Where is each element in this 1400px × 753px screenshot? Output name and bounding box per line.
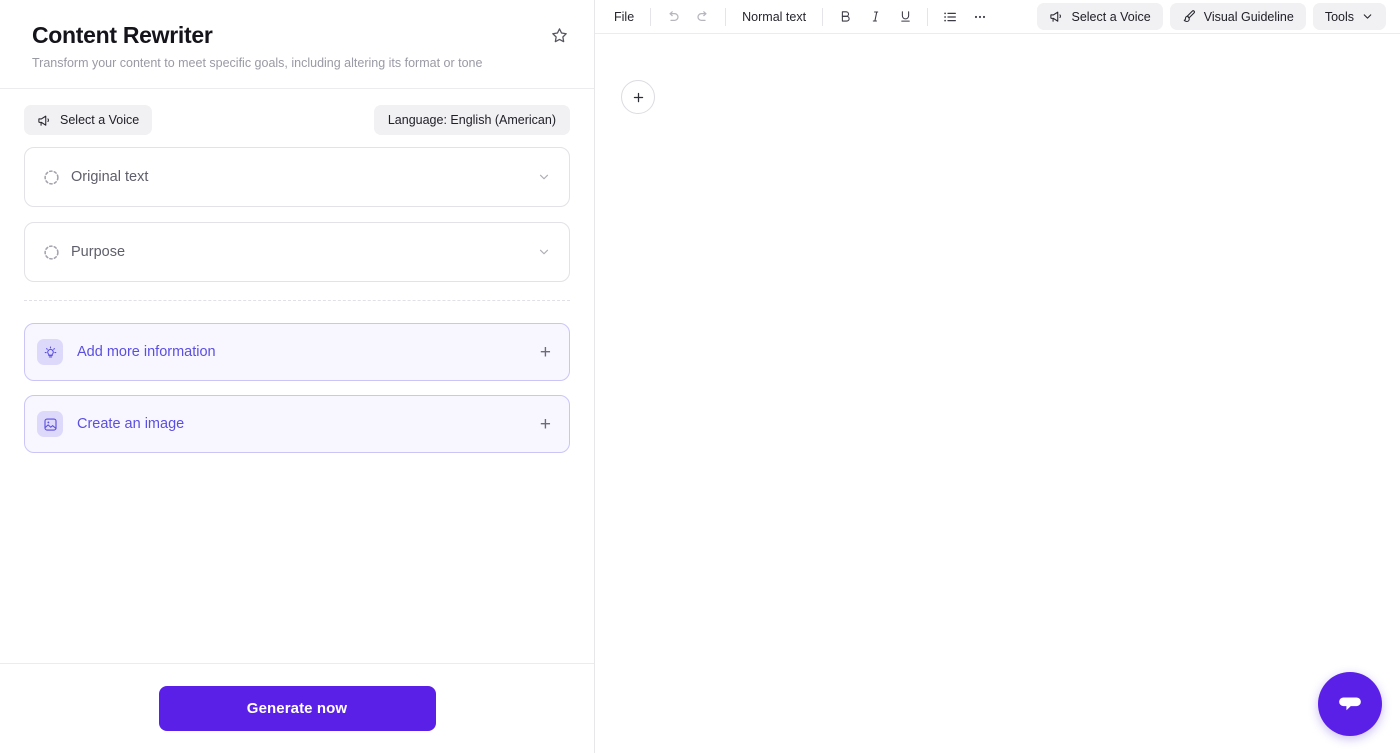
star-icon bbox=[551, 27, 567, 42]
bulleted-list-icon bbox=[944, 11, 957, 22]
bulleted-list-button[interactable] bbox=[935, 4, 965, 30]
action-card-label: Add more information bbox=[77, 344, 216, 360]
italic-icon bbox=[872, 11, 878, 22]
left-panel-footer: Generate now bbox=[0, 663, 594, 753]
dashed-circle-icon bbox=[44, 244, 59, 260]
page-title: Content Rewriter bbox=[32, 22, 213, 48]
chat-bubble-icon bbox=[1339, 697, 1361, 711]
megaphone-icon bbox=[38, 115, 49, 126]
chevron-down-icon bbox=[539, 174, 549, 180]
add-icon[interactable]: + bbox=[540, 415, 551, 434]
redo-button[interactable] bbox=[688, 4, 718, 30]
chat-support-button[interactable] bbox=[1318, 672, 1382, 736]
left-panel-header: Content Rewriter Transform your content … bbox=[0, 0, 594, 89]
options-row: Select a Voice Language: English (Americ… bbox=[24, 89, 570, 147]
add-block-button[interactable] bbox=[621, 80, 655, 114]
undo-icon bbox=[669, 10, 679, 21]
megaphone-icon bbox=[1050, 11, 1062, 22]
redo-icon bbox=[697, 10, 707, 21]
toolbar-divider bbox=[927, 7, 929, 26]
plus-icon bbox=[633, 92, 643, 102]
accordion-label: Original text bbox=[71, 169, 149, 185]
accordion-label: Purpose bbox=[71, 244, 126, 260]
toolbar-divider bbox=[650, 7, 652, 26]
toolbar-divider bbox=[822, 7, 824, 26]
ellipsis-icon bbox=[974, 15, 986, 18]
editor-panel: File Normal text Select a Voice Visual G… bbox=[595, 0, 1400, 753]
tools-button[interactable]: Tools bbox=[1312, 3, 1386, 30]
action-card-create-image[interactable]: Create an image + bbox=[24, 395, 570, 453]
editor-toolbar: File Normal text Select a Voice Visual G… bbox=[595, 0, 1400, 34]
visual-guideline-button[interactable]: Visual Guideline bbox=[1169, 3, 1306, 30]
italic-button[interactable] bbox=[860, 4, 890, 30]
image-icon bbox=[43, 417, 57, 431]
paintbrush-icon bbox=[1183, 10, 1195, 23]
language-label: Language: English (American) bbox=[387, 113, 556, 127]
visual-guideline-label: Visual Guideline bbox=[1203, 9, 1294, 24]
language-button[interactable]: Language: English (American) bbox=[373, 105, 570, 135]
action-card-add-information[interactable]: Add more information + bbox=[24, 323, 570, 381]
app-root: Content Rewriter Transform your content … bbox=[0, 0, 1400, 753]
page-subtitle: Transform your content to meet specific … bbox=[32, 56, 483, 70]
accordion-purpose[interactable]: Purpose bbox=[24, 222, 570, 282]
accordion-original-text[interactable]: Original text bbox=[24, 147, 570, 207]
toolbar-divider bbox=[725, 7, 727, 26]
favorite-button[interactable] bbox=[546, 22, 572, 48]
section-divider bbox=[24, 300, 570, 301]
add-icon[interactable]: + bbox=[540, 343, 551, 362]
undo-button[interactable] bbox=[658, 4, 688, 30]
chevron-down-icon bbox=[1363, 14, 1372, 19]
dashed-circle-icon bbox=[44, 169, 59, 185]
chevron-down-icon bbox=[539, 249, 549, 255]
editor-canvas[interactable] bbox=[595, 34, 1400, 753]
tools-label: Tools bbox=[1324, 9, 1354, 24]
more-options-button[interactable] bbox=[965, 4, 995, 30]
select-voice-label: Select a Voice bbox=[60, 113, 140, 127]
editor-select-voice-label: Select a Voice bbox=[1071, 9, 1151, 24]
action-card-label: Create an image bbox=[77, 416, 185, 432]
bold-icon bbox=[841, 11, 850, 22]
lightbulb-badge bbox=[37, 339, 63, 365]
generate-now-button[interactable]: Generate now bbox=[158, 686, 436, 731]
left-panel-body: Select a Voice Language: English (Americ… bbox=[0, 89, 594, 663]
image-badge bbox=[37, 411, 63, 437]
select-voice-button[interactable]: Select a Voice bbox=[24, 105, 153, 135]
lightbulb-icon bbox=[44, 345, 56, 357]
text-style-button[interactable]: Normal text bbox=[733, 4, 815, 30]
left-panel: Content Rewriter Transform your content … bbox=[0, 0, 595, 753]
file-menu-button[interactable]: File bbox=[605, 4, 643, 30]
underline-button[interactable] bbox=[890, 4, 920, 30]
underline-icon bbox=[900, 11, 910, 22]
editor-select-voice-button[interactable]: Select a Voice bbox=[1037, 3, 1163, 30]
bold-button[interactable] bbox=[830, 4, 860, 30]
